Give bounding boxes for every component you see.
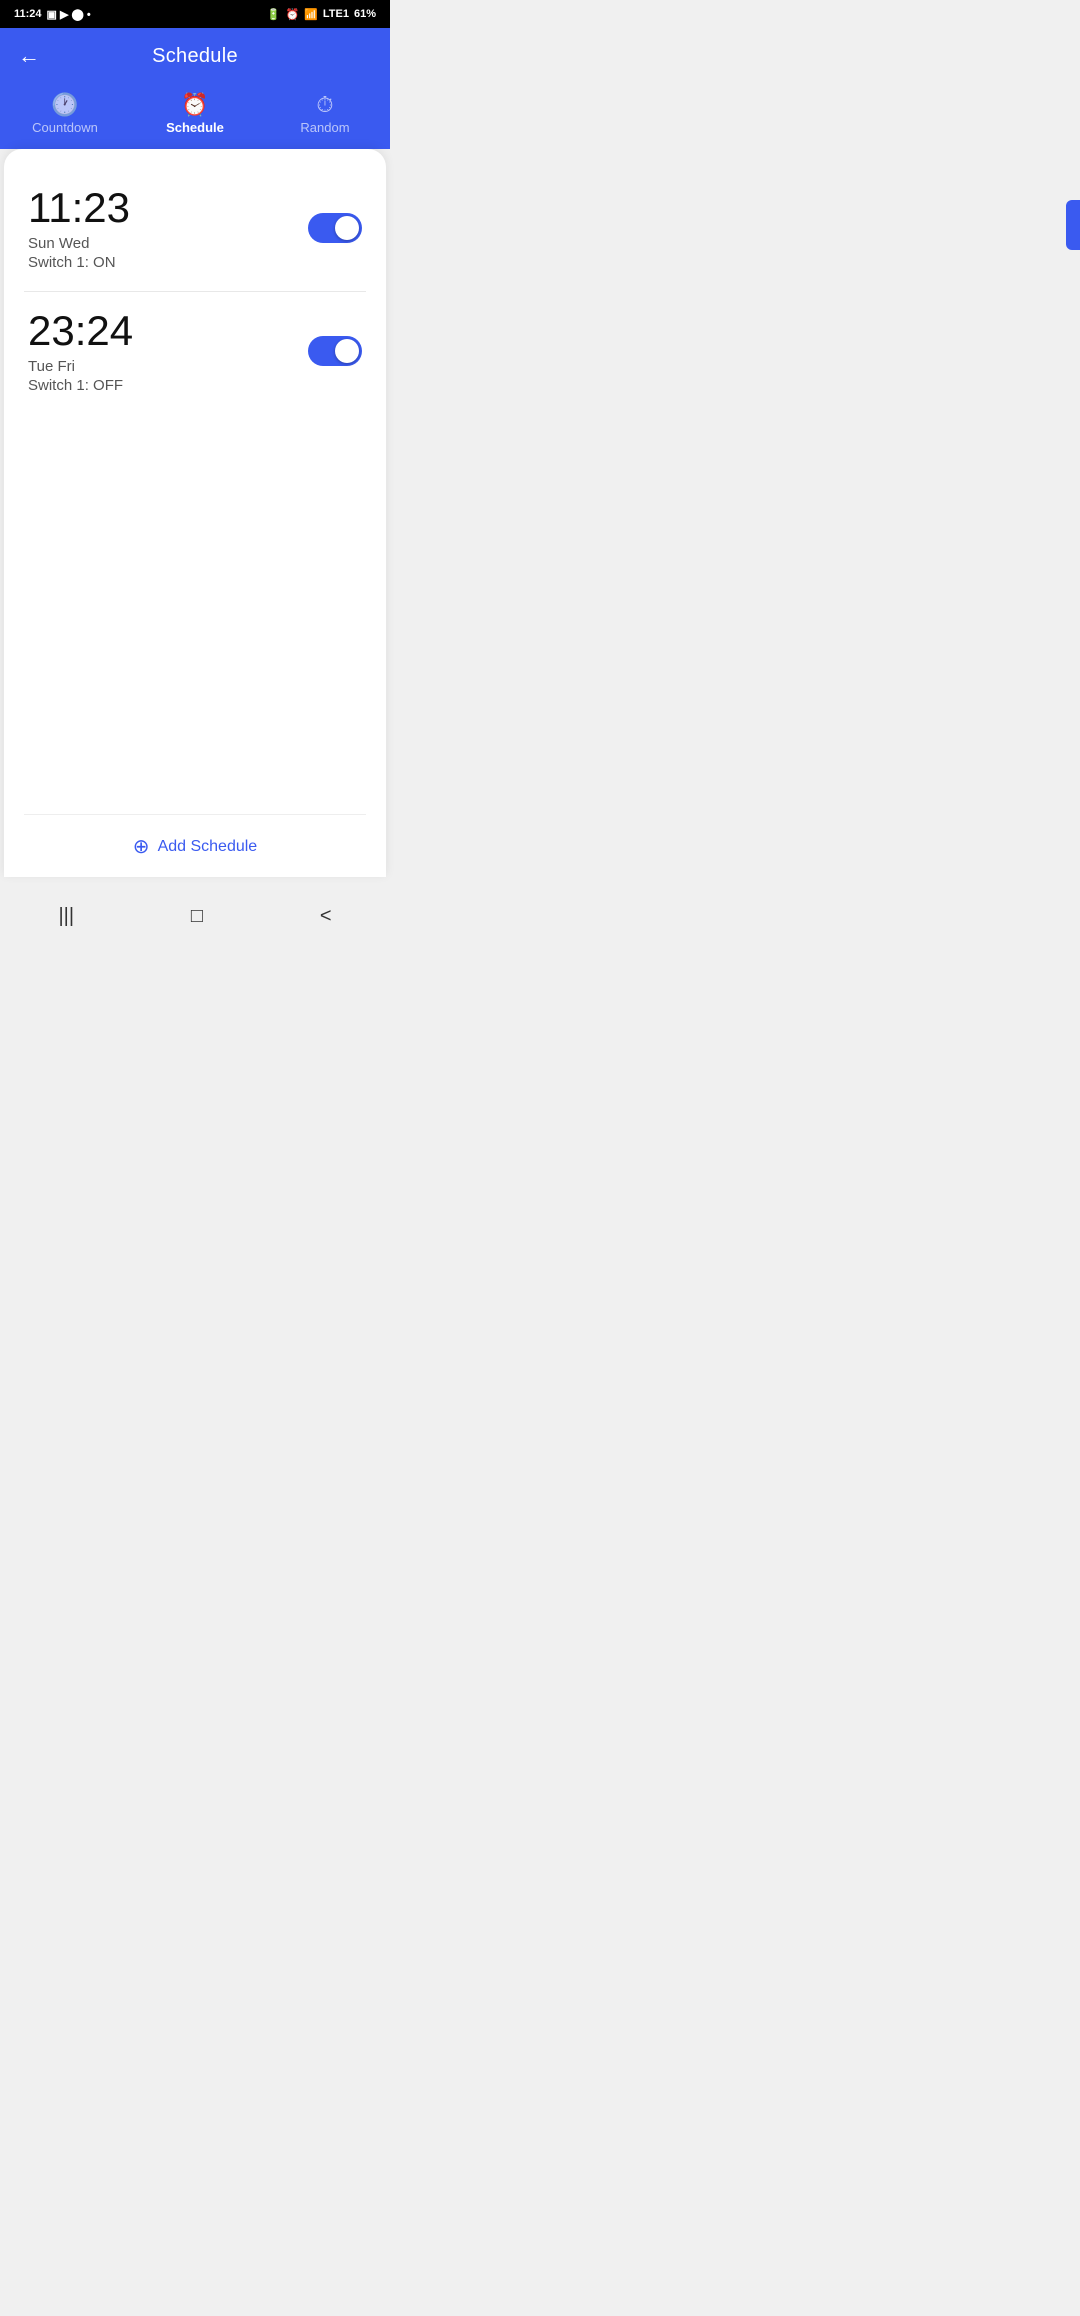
nav-bar: ||| □ < bbox=[0, 885, 390, 948]
toggle-1[interactable] bbox=[308, 213, 362, 243]
status-left: 11:24 ▣ ▶ ⬤ • bbox=[14, 8, 91, 21]
schedule-days-1: Sun Wed bbox=[28, 235, 308, 252]
tab-schedule[interactable]: ⏰ Schedule bbox=[155, 94, 235, 135]
tab-countdown-label: Countdown bbox=[32, 120, 98, 135]
status-bar: 11:24 ▣ ▶ ⬤ • 🔋 ⏰ 📶 LTE1 61% bbox=[0, 0, 390, 28]
schedule-days-2: Tue Fri bbox=[28, 358, 308, 375]
schedule-item-2: 23:24 Tue Fri Switch 1: OFF bbox=[24, 292, 366, 414]
countdown-icon: 🕐 bbox=[51, 94, 78, 116]
random-icon: ⏱ bbox=[316, 94, 333, 116]
back-nav-button[interactable]: < bbox=[300, 899, 352, 934]
add-icon: ⊕ bbox=[133, 837, 150, 857]
tab-random[interactable]: ⏱ Random bbox=[285, 94, 365, 135]
tab-bar: 🕐 Countdown ⏰ Schedule ⏱ Random bbox=[0, 84, 390, 149]
tab-countdown[interactable]: 🕐 Countdown bbox=[25, 94, 105, 135]
status-icons: ▣ ▶ ⬤ • bbox=[47, 8, 91, 21]
recent-apps-button[interactable]: ||| bbox=[38, 899, 94, 934]
toggle-track-1[interactable] bbox=[308, 213, 362, 243]
page-title: Schedule bbox=[152, 45, 238, 68]
toggle-thumb-1 bbox=[335, 216, 359, 240]
alarm-icon: ⏰ bbox=[285, 8, 299, 21]
main-card: 11:23 Sun Wed Switch 1: ON 23:24 Tue Fri… bbox=[4, 149, 386, 877]
toggle-2[interactable] bbox=[308, 336, 362, 366]
status-time: 11:24 bbox=[14, 8, 42, 20]
schedule-time-1: 11:23 bbox=[28, 185, 308, 231]
status-right: 🔋 ⏰ 📶 LTE1 61% bbox=[267, 8, 376, 21]
schedule-icon: ⏰ bbox=[181, 94, 208, 116]
tab-random-label: Random bbox=[300, 120, 349, 135]
tab-schedule-label: Schedule bbox=[166, 120, 224, 135]
schedule-switch-label-1: Switch 1: ON bbox=[28, 254, 308, 271]
add-schedule-button[interactable]: ⊕ Add Schedule bbox=[24, 814, 366, 877]
battery-level: 61% bbox=[354, 8, 376, 20]
toggle-track-2[interactable] bbox=[308, 336, 362, 366]
schedule-switch-label-2: Switch 1: OFF bbox=[28, 377, 308, 394]
home-button[interactable]: □ bbox=[171, 899, 223, 934]
schedule-info-2: 23:24 Tue Fri Switch 1: OFF bbox=[28, 308, 308, 394]
right-edge-hint bbox=[1066, 200, 1080, 250]
add-schedule-label: Add Schedule bbox=[158, 838, 258, 856]
battery-icon: 🔋 bbox=[267, 8, 281, 21]
signal-label: LTE1 bbox=[323, 8, 349, 20]
schedule-time-2: 23:24 bbox=[28, 308, 308, 354]
schedule-info-1: 11:23 Sun Wed Switch 1: ON bbox=[28, 185, 308, 271]
toggle-thumb-2 bbox=[335, 339, 359, 363]
back-button[interactable]: ← bbox=[18, 43, 40, 69]
app-header: ← Schedule bbox=[0, 28, 390, 84]
wifi-icon: 📶 bbox=[304, 8, 318, 21]
schedule-item-1: 11:23 Sun Wed Switch 1: ON bbox=[24, 169, 366, 292]
